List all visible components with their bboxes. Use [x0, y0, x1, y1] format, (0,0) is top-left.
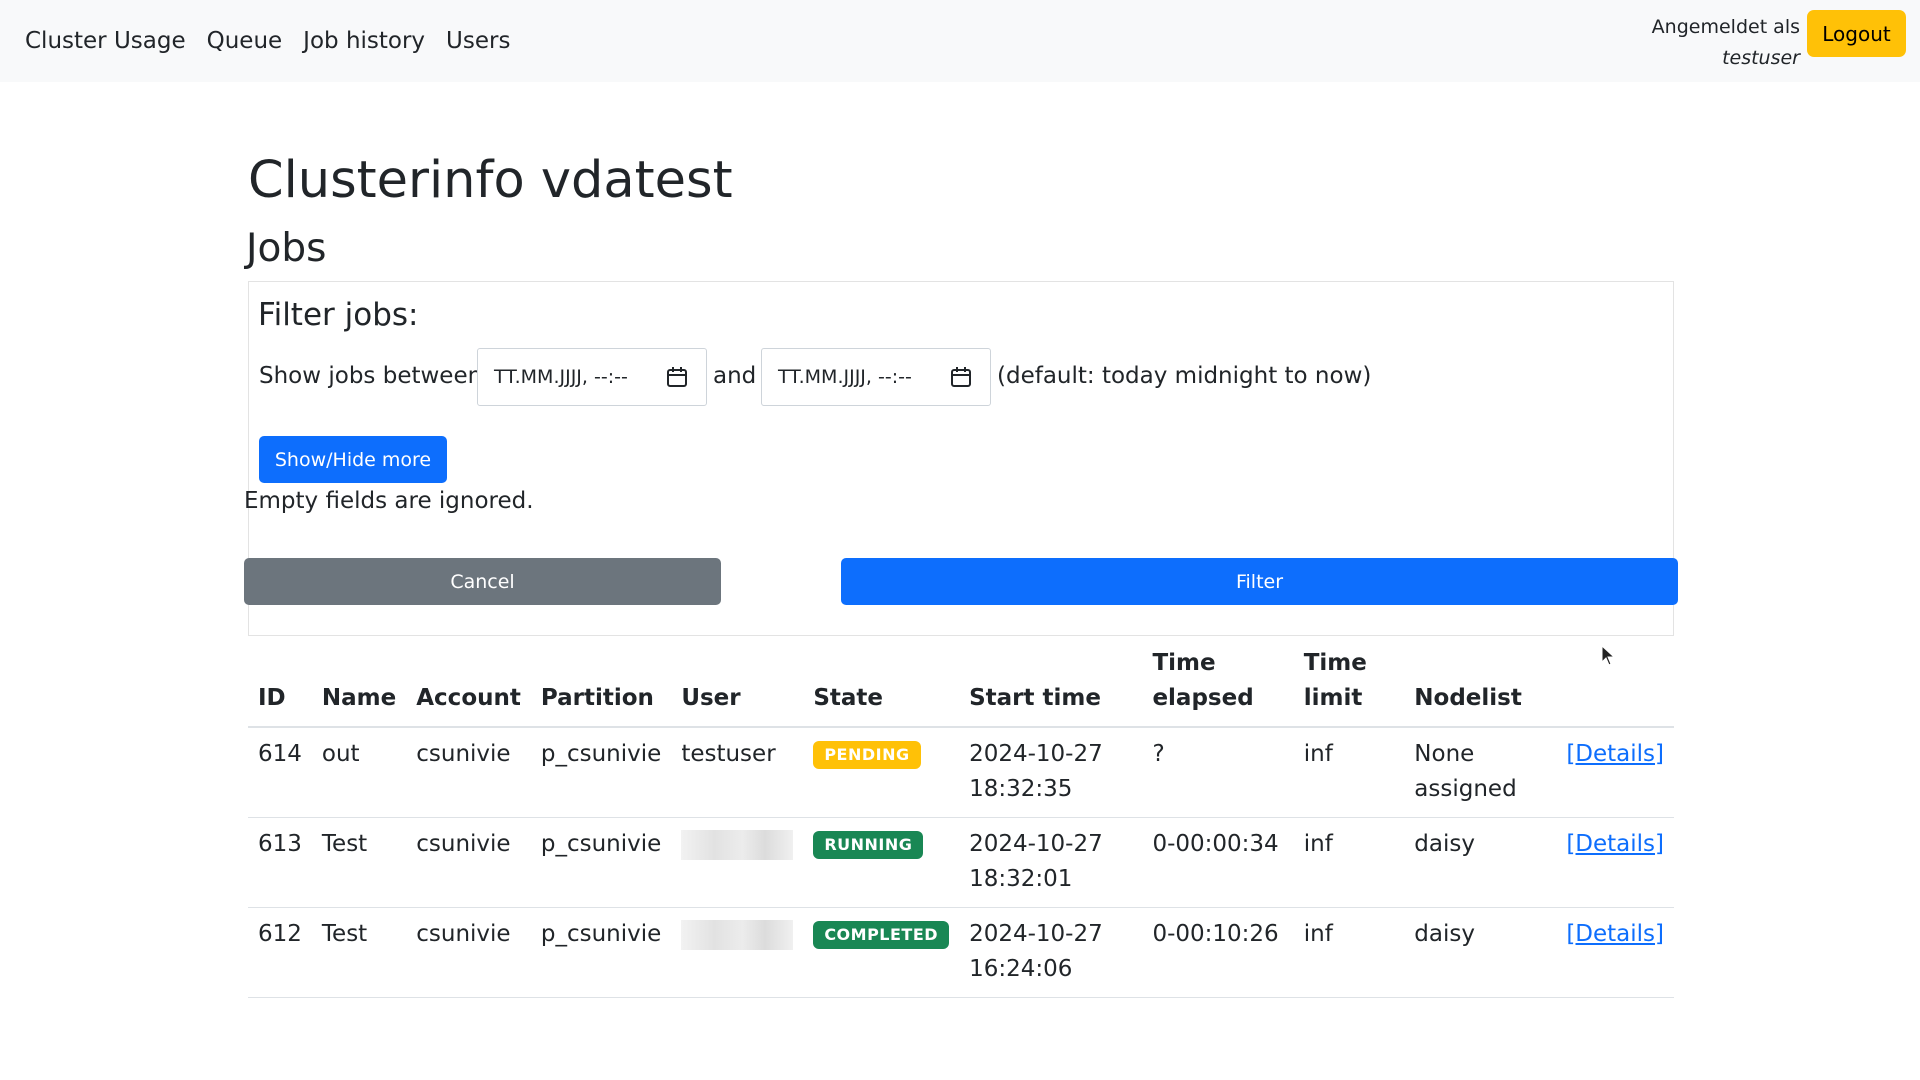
time-elapsed-header: Time elapsed [1152, 650, 1254, 711]
job-user: testuser [671, 727, 804, 818]
end-date-placeholder: TT.MM.JJJJ, --:-- [778, 366, 912, 388]
job-partition: p_csunivie [530, 817, 672, 908]
col-header-account: Account [406, 640, 531, 728]
status-badge: COMPLETED [813, 920, 950, 949]
mouse-cursor-icon [1601, 644, 1617, 671]
col-header-partition: Partition [530, 640, 672, 728]
col-header-time-elapsed: Time elapsed [1142, 640, 1294, 728]
job-nodelist: daisy [1404, 907, 1557, 998]
job-user [671, 907, 804, 998]
col-header-start-time: Start time [959, 640, 1143, 728]
show-hide-more-button[interactable]: Show/Hide more [259, 436, 447, 483]
nav-link-queue[interactable]: Queue [207, 24, 283, 58]
job-partition: p_csunivie [530, 727, 672, 818]
job-nodelist: daisy [1404, 817, 1557, 908]
job-state-cell: PENDING [803, 727, 960, 818]
job-nodelist-text: None assigned [1414, 741, 1517, 802]
job-account: csunivie [406, 817, 531, 908]
col-header-nodelist: Nodelist [1404, 640, 1557, 728]
time-limit-header: Time limit [1303, 650, 1367, 711]
job-limit: inf [1293, 727, 1405, 818]
table-header-row: ID Name Account Partition User State Sta… [248, 640, 1674, 728]
login-info: Angemeldet als testuser [1652, 12, 1800, 74]
job-start-date: 2024-10-27 [969, 741, 1103, 767]
redacted-user [681, 919, 794, 950]
page-title: Clusterinfo vdatest [248, 151, 733, 210]
job-state-cell: RUNNING [803, 817, 960, 908]
nav-link-job-history[interactable]: Job history [303, 24, 425, 58]
job-actions: [Details] [1556, 907, 1674, 998]
details-link[interactable]: [Details] [1566, 831, 1664, 857]
job-start-clock: 18:32:35 [969, 776, 1073, 802]
calendar-icon[interactable] [666, 366, 688, 393]
job-name: out [311, 727, 407, 818]
top-navbar: Cluster Usage Queue Job history Users An… [0, 0, 1920, 82]
filter-button[interactable]: Filter [841, 558, 1678, 605]
job-account: csunivie [406, 907, 531, 998]
and-label: and [713, 363, 757, 389]
login-label: Angemeldet als [1651, 16, 1800, 38]
redacted-user [681, 829, 794, 860]
table-row: 614 out csunivie p_csunivie testuser PEN… [248, 727, 1674, 818]
job-nodelist: None assigned [1404, 727, 1557, 818]
job-elapsed: 0-00:10:26 [1142, 907, 1294, 998]
end-date-input[interactable]: TT.MM.JJJJ, --:-- [761, 348, 991, 406]
job-start-clock: 18:32:01 [969, 866, 1073, 892]
job-elapsed: 0-00:00:34 [1142, 817, 1294, 908]
jobs-table: ID Name Account Partition User State Sta… [248, 640, 1674, 998]
status-badge: PENDING [813, 740, 921, 769]
start-date-placeholder: TT.MM.JJJJ, --:-- [494, 366, 628, 388]
details-link[interactable]: [Details] [1566, 921, 1664, 947]
nav-links: Cluster Usage Queue Job history Users [25, 24, 510, 58]
job-elapsed: ? [1142, 727, 1294, 818]
col-header-name: Name [311, 640, 407, 728]
section-title: Jobs [246, 226, 327, 271]
job-start-date: 2024-10-27 [969, 921, 1103, 947]
job-partition: p_csunivie [530, 907, 672, 998]
job-id: 613 [248, 817, 312, 908]
job-start-clock: 16:24:06 [969, 956, 1073, 982]
job-account: csunivie [406, 727, 531, 818]
col-header-state: State [803, 640, 960, 728]
logout-button[interactable]: Logout [1807, 10, 1906, 57]
empty-fields-note: Empty fields are ignored. [244, 488, 534, 514]
job-start-time: 2024-10-27 18:32:35 [959, 727, 1143, 818]
job-user [671, 817, 804, 908]
job-start-time: 2024-10-27 16:24:06 [959, 907, 1143, 998]
job-start-time: 2024-10-27 18:32:01 [959, 817, 1143, 908]
job-start-date: 2024-10-27 [969, 831, 1103, 857]
job-name: Test [311, 817, 407, 908]
status-badge: RUNNING [813, 830, 924, 859]
nav-link-users[interactable]: Users [446, 24, 510, 58]
between-label: Show jobs between [259, 363, 483, 389]
col-header-time-limit: Time limit [1293, 640, 1405, 728]
col-header-id: ID [248, 640, 312, 728]
filter-heading: Filter jobs: [258, 297, 419, 333]
job-actions: [Details] [1556, 727, 1674, 818]
login-username: testuser [1722, 47, 1800, 69]
nav-link-cluster-usage[interactable]: Cluster Usage [25, 24, 186, 58]
job-id: 614 [248, 727, 312, 818]
nav-user-area: Angemeldet als testuser Logout [1652, 10, 1906, 74]
job-limit: inf [1293, 817, 1405, 908]
details-link[interactable]: [Details] [1566, 741, 1664, 767]
job-limit: inf [1293, 907, 1405, 998]
col-header-user: User [671, 640, 804, 728]
cancel-button[interactable]: Cancel [244, 558, 721, 605]
job-state-cell: COMPLETED [803, 907, 960, 998]
job-id: 612 [248, 907, 312, 998]
job-actions: [Details] [1556, 817, 1674, 908]
start-date-input[interactable]: TT.MM.JJJJ, --:-- [477, 348, 707, 406]
default-range-note: (default: today midnight to now) [997, 363, 1372, 389]
table-row: 612 Test csunivie p_csunivie COMPLETED 2… [248, 907, 1674, 998]
table-row: 613 Test csunivie p_csunivie RUNNING 202… [248, 817, 1674, 908]
calendar-icon[interactable] [950, 366, 972, 393]
job-name: Test [311, 907, 407, 998]
